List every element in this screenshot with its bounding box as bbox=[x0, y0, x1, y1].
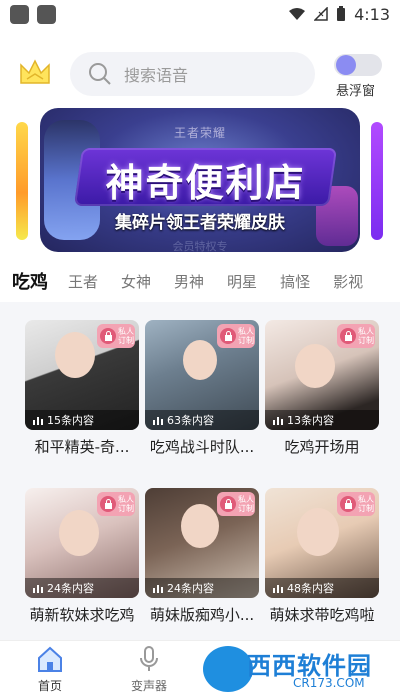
content-count: 15条内容 bbox=[25, 410, 139, 430]
nav-label: 变声器 bbox=[130, 679, 167, 693]
tab-nanshen[interactable]: 男神 bbox=[174, 271, 204, 292]
lock-icon bbox=[104, 331, 112, 341]
tab-yingshi[interactable]: 影视 bbox=[333, 271, 363, 292]
voice-pack-title: 和平精英-奇... bbox=[34, 438, 130, 456]
banner-title: 神奇便利店 bbox=[105, 161, 306, 205]
voice-pack-title: 吃鸡开场用 bbox=[284, 438, 360, 456]
search-input[interactable]: 搜索语音 bbox=[70, 52, 315, 96]
content-count: 24条内容 bbox=[145, 578, 259, 598]
status-bar: 4:13 bbox=[0, 0, 400, 28]
tab-chiji[interactable]: 吃鸡 bbox=[12, 268, 48, 294]
stats-bars-icon bbox=[153, 585, 163, 593]
wifi-icon bbox=[289, 8, 306, 20]
stats-bars-icon bbox=[273, 417, 283, 425]
voice-pack-title: 吃鸡战斗时队... bbox=[149, 438, 255, 456]
toggle-knob bbox=[336, 55, 356, 75]
home-icon bbox=[38, 646, 62, 672]
float-window-label: 悬浮窗 bbox=[336, 84, 376, 99]
banner-carousel[interactable]: 王者荣耀 神奇便利店 集碎片领王者荣耀皮肤 会员特权专 bbox=[0, 108, 400, 252]
voice-pack-card[interactable]: 私人订制 13条内容 吃鸡开场用 bbox=[265, 320, 379, 457]
voice-pack-title: 萌新软妹求吃鸡 bbox=[29, 606, 135, 624]
lock-icon bbox=[104, 499, 112, 509]
nav-home[interactable]: 首页 bbox=[15, 645, 85, 694]
content-count: 13条内容 bbox=[265, 410, 379, 430]
content-count: 63条内容 bbox=[145, 410, 259, 430]
tab-nvshen[interactable]: 女神 bbox=[121, 271, 151, 292]
stats-bars-icon bbox=[273, 585, 283, 593]
tab-gaoguai[interactable]: 搞怪 bbox=[280, 271, 310, 292]
watermark: 西西软件园 CR173.COM bbox=[203, 644, 393, 696]
voice-pack-thumbnail: 私人订制 24条内容 bbox=[145, 488, 259, 598]
notification-icon bbox=[10, 4, 29, 24]
clock: 4:13 bbox=[354, 4, 390, 24]
microphone-icon bbox=[140, 646, 158, 671]
voice-pack-thumbnail: 私人订制 24条内容 bbox=[25, 488, 139, 598]
voice-pack-card[interactable]: 私人订制 24条内容 萌妹版痴鸡小... bbox=[145, 488, 259, 625]
tab-wangzhe[interactable]: 王者 bbox=[68, 271, 98, 292]
voice-pack-card[interactable]: 私人订制 48条内容 萌妹求带吃鸡啦 bbox=[265, 488, 379, 625]
watermark-logo-icon bbox=[203, 646, 253, 692]
lock-badge: 私人订制 bbox=[337, 324, 375, 348]
lock-badge: 私人订制 bbox=[217, 492, 255, 516]
banner-subtitle: 集碎片领王者荣耀皮肤 bbox=[115, 213, 285, 233]
tab-mingxing[interactable]: 明星 bbox=[227, 271, 257, 292]
banner-footer-text: 会员特权专 bbox=[172, 240, 228, 252]
notification-icon bbox=[37, 4, 56, 24]
header: 搜索语音 悬浮窗 bbox=[0, 52, 400, 99]
nav-label: 首页 bbox=[37, 679, 62, 693]
vip-crown-icon[interactable] bbox=[18, 57, 52, 87]
content-count: 24条内容 bbox=[25, 578, 139, 598]
battery-icon bbox=[337, 6, 346, 21]
lock-badge: 私人订制 bbox=[337, 492, 375, 516]
lock-badge: 私人订制 bbox=[217, 324, 255, 348]
search-placeholder: 搜索语音 bbox=[124, 66, 189, 85]
voice-pack-thumbnail: 私人订制 63条内容 bbox=[145, 320, 259, 430]
lock-icon bbox=[224, 331, 232, 341]
stats-bars-icon bbox=[33, 417, 43, 425]
nav-voice-changer[interactable]: 变声器 bbox=[114, 645, 184, 694]
banner-prev-peek[interactable] bbox=[16, 122, 28, 240]
lock-badge: 私人订制 bbox=[97, 324, 135, 348]
stats-bars-icon bbox=[153, 417, 163, 425]
content-count: 48条内容 bbox=[265, 578, 379, 598]
voice-pack-grid: 私人订制 15条内容 和平精英-奇... 私人订制 63条内容 吃鸡战斗时队..… bbox=[0, 302, 400, 640]
voice-pack-title: 萌妹版痴鸡小... bbox=[149, 606, 255, 624]
banner[interactable]: 王者荣耀 神奇便利店 集碎片领王者荣耀皮肤 会员特权专 bbox=[40, 108, 360, 252]
voice-pack-thumbnail: 私人订制 13条内容 bbox=[265, 320, 379, 430]
voice-pack-card[interactable]: 私人订制 63条内容 吃鸡战斗时队... bbox=[145, 320, 259, 457]
banner-game-logo: 王者荣耀 bbox=[173, 126, 226, 140]
voice-pack-thumbnail: 私人订制 15条内容 bbox=[25, 320, 139, 430]
stats-bars-icon bbox=[33, 585, 43, 593]
banner-next-peek[interactable] bbox=[371, 122, 383, 240]
voice-pack-title: 萌妹求带吃鸡啦 bbox=[269, 606, 375, 624]
lock-badge: 私人订制 bbox=[97, 492, 135, 516]
watermark-subtext: CR173.COM bbox=[293, 676, 365, 690]
lock-icon bbox=[344, 331, 352, 341]
category-tabs: 吃鸡 王者 女神 男神 明星 搞怪 影视 bbox=[0, 264, 400, 298]
lock-icon bbox=[224, 499, 232, 509]
signal-icon bbox=[314, 7, 328, 21]
float-window-toggle[interactable] bbox=[334, 54, 382, 76]
voice-pack-card[interactable]: 私人订制 15条内容 和平精英-奇... bbox=[25, 320, 139, 457]
search-icon bbox=[89, 63, 111, 85]
lock-icon bbox=[344, 499, 352, 509]
voice-pack-card[interactable]: 私人订制 24条内容 萌新软妹求吃鸡 bbox=[25, 488, 139, 625]
voice-pack-thumbnail: 私人订制 48条内容 bbox=[265, 488, 379, 598]
